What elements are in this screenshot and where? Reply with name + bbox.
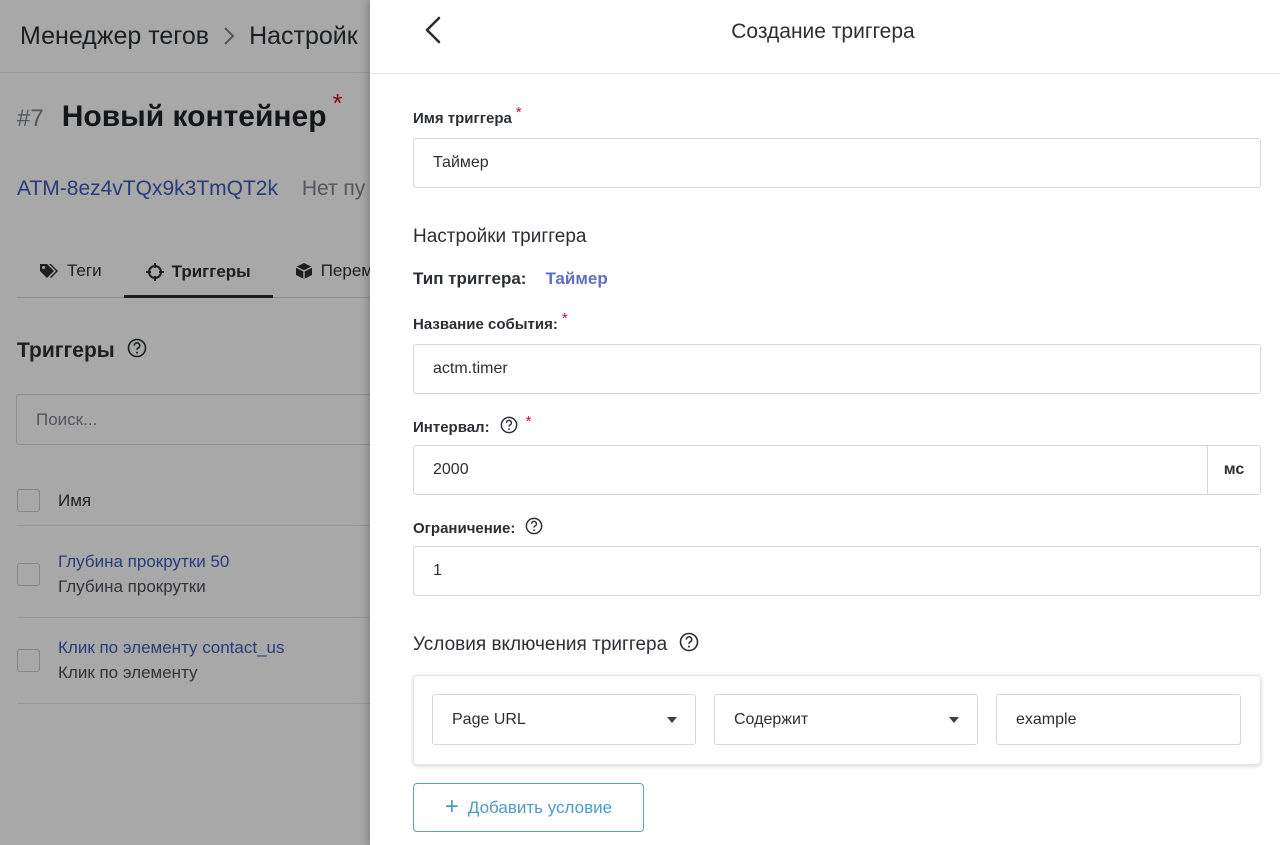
drawer-header: Создание триггера xyxy=(370,0,1280,74)
required-mark: * xyxy=(561,310,568,327)
label-text: Имя триггера xyxy=(413,110,512,127)
operator-select-value: Содержит xyxy=(734,710,809,728)
required-mark: * xyxy=(515,104,522,121)
required-mark: * xyxy=(525,412,532,430)
label-text: Название события: xyxy=(413,316,558,333)
interval-field-group: мс xyxy=(413,445,1261,495)
condition-value-input[interactable] xyxy=(996,694,1241,745)
event-name-label: Название события: * xyxy=(413,310,568,333)
trigger-type-value[interactable]: Таймер xyxy=(545,269,607,289)
interval-label: Интервал: * xyxy=(413,412,532,438)
label-text: Интервал: xyxy=(413,418,490,436)
plus-icon: + xyxy=(444,792,459,820)
create-trigger-drawer: Создание триггера Имя триггера * Настрой… xyxy=(370,0,1280,845)
help-icon[interactable] xyxy=(679,632,699,658)
trigger-name-label: Имя триггера * xyxy=(413,104,522,127)
caret-down-icon xyxy=(949,717,959,723)
label-text: Ограничение: xyxy=(413,519,516,537)
interval-input[interactable] xyxy=(413,445,1207,495)
add-condition-button[interactable]: + Добавить условие xyxy=(413,783,644,832)
event-name-input[interactable] xyxy=(413,344,1261,394)
variable-select-value: Page URL xyxy=(452,710,526,728)
trigger-name-input[interactable] xyxy=(413,138,1261,188)
help-icon[interactable] xyxy=(500,416,518,438)
conditions-title-text: Условия включения триггера xyxy=(413,634,668,655)
limit-input[interactable] xyxy=(413,546,1261,596)
interval-unit: мс xyxy=(1207,445,1261,495)
drawer-title: Создание триггера xyxy=(731,20,915,43)
add-condition-label: Добавить условие xyxy=(467,797,613,817)
caret-down-icon xyxy=(667,717,677,723)
conditions-title: Условия включения триггера xyxy=(413,632,699,658)
trigger-settings-title: Настройки триггера xyxy=(413,226,587,247)
operator-select[interactable]: Содержит xyxy=(714,694,978,745)
condition-row: Page URL Содержит xyxy=(413,675,1261,765)
trigger-type-label: Тип триггера: xyxy=(413,269,527,288)
trigger-type-row: Тип триггера: Таймер xyxy=(413,269,608,289)
limit-label: Ограничение: xyxy=(413,517,543,539)
variable-select[interactable]: Page URL xyxy=(432,694,696,745)
help-icon[interactable] xyxy=(525,517,543,539)
